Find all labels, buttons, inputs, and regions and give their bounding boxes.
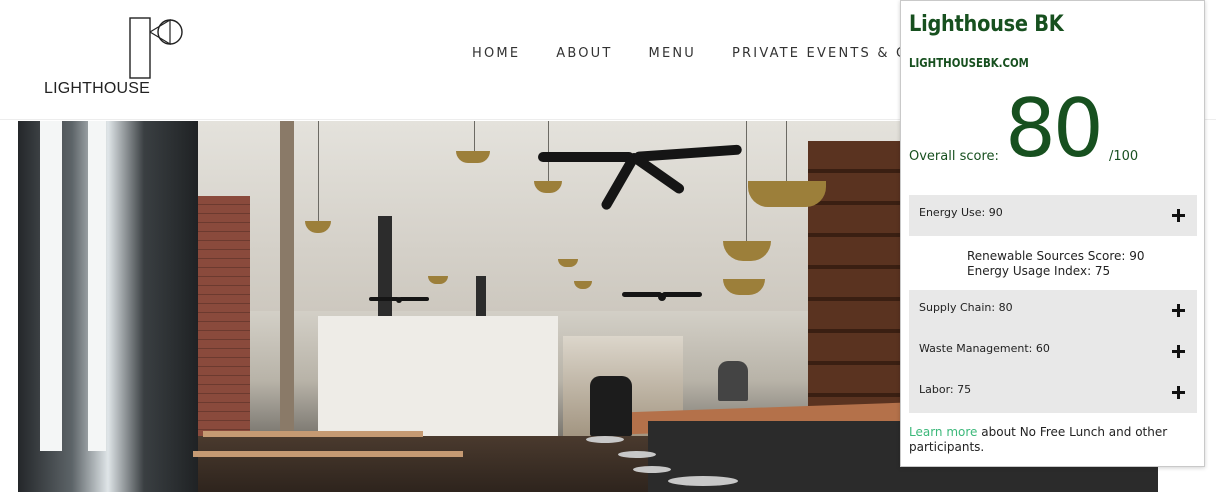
- bar-stool: [633, 466, 671, 473]
- pendant-lamp: [748, 181, 826, 207]
- window-wall: [18, 121, 198, 492]
- person: [590, 376, 632, 436]
- lamp-cord: [786, 121, 787, 181]
- nav-menu[interactable]: MENU: [649, 46, 696, 64]
- energy-usage-index: Energy Usage Index: 75: [967, 264, 1111, 278]
- fan-blade: [662, 292, 702, 297]
- plus-icon[interactable]: [1172, 304, 1185, 317]
- bar-stool: [586, 436, 624, 443]
- category-supply-chain[interactable]: Supply Chain: 80: [909, 290, 1197, 331]
- renewable-sources-score: Renewable Sources Score: 90: [967, 249, 1145, 263]
- widget-url-link[interactable]: LIGHTHOUSEBK.COM: [909, 56, 1029, 70]
- fan-blade: [622, 292, 662, 297]
- nav-home[interactable]: HOME: [472, 46, 520, 64]
- lamp-cord: [746, 121, 747, 241]
- category-energy-use[interactable]: Energy Use: 90: [909, 195, 1197, 236]
- lamp-cord: [474, 121, 475, 151]
- fan-blade: [538, 152, 634, 162]
- window-pane: [40, 121, 62, 451]
- category-waste-management[interactable]: Waste Management: 60: [909, 331, 1197, 372]
- plus-icon[interactable]: [1172, 345, 1185, 358]
- floor: [198, 436, 648, 492]
- overall-score-max: /100: [1109, 149, 1139, 164]
- sustainability-score-widget: Lighthouse BK LIGHTHOUSEBK.COM Overall s…: [900, 0, 1205, 467]
- learn-more-note: Learn more about No Free Lunch and other…: [909, 425, 1199, 455]
- dining-table: [203, 431, 423, 437]
- overall-score-value: 80: [1005, 82, 1104, 175]
- energy-use-details: Renewable Sources Score: 90 Energy Usage…: [967, 249, 1197, 279]
- overall-score-label: Overall score:: [909, 149, 999, 164]
- nav-private-events[interactable]: PRIVATE EVENTS & C: [732, 46, 907, 64]
- fan-blade: [399, 297, 429, 301]
- category-label: Labor: 75: [919, 383, 972, 396]
- learn-more-link[interactable]: Learn more: [909, 425, 977, 439]
- fan-blade: [369, 297, 399, 301]
- dining-table: [193, 451, 463, 457]
- logo-text: LIGHTHOUSE: [44, 80, 151, 97]
- window-pane: [88, 121, 106, 451]
- category-label: Energy Use: 90: [919, 206, 1003, 219]
- plus-icon[interactable]: [1172, 386, 1185, 399]
- lighthouse-logo-mark-icon: [129, 17, 183, 79]
- back-wall: [318, 316, 558, 446]
- pillar: [280, 121, 294, 441]
- lighthouse-logo[interactable]: LIGHTHOUSE: [40, 16, 190, 100]
- widget-title: Lighthouse BK: [909, 12, 1064, 37]
- bar-stool: [618, 451, 656, 458]
- person: [718, 361, 748, 401]
- nav-about[interactable]: ABOUT: [556, 46, 612, 64]
- main-nav: HOME ABOUT MENU PRIVATE EVENTS & C: [472, 46, 943, 64]
- category-label: Supply Chain: 80: [919, 301, 1013, 314]
- category-labor[interactable]: Labor: 75: [909, 372, 1197, 413]
- lamp-cord: [318, 121, 319, 221]
- brick-column: [198, 196, 250, 436]
- lamp-cord: [548, 121, 549, 181]
- plus-icon[interactable]: [1172, 209, 1185, 222]
- category-label: Waste Management: 60: [919, 342, 1050, 355]
- bar-stool: [668, 476, 738, 486]
